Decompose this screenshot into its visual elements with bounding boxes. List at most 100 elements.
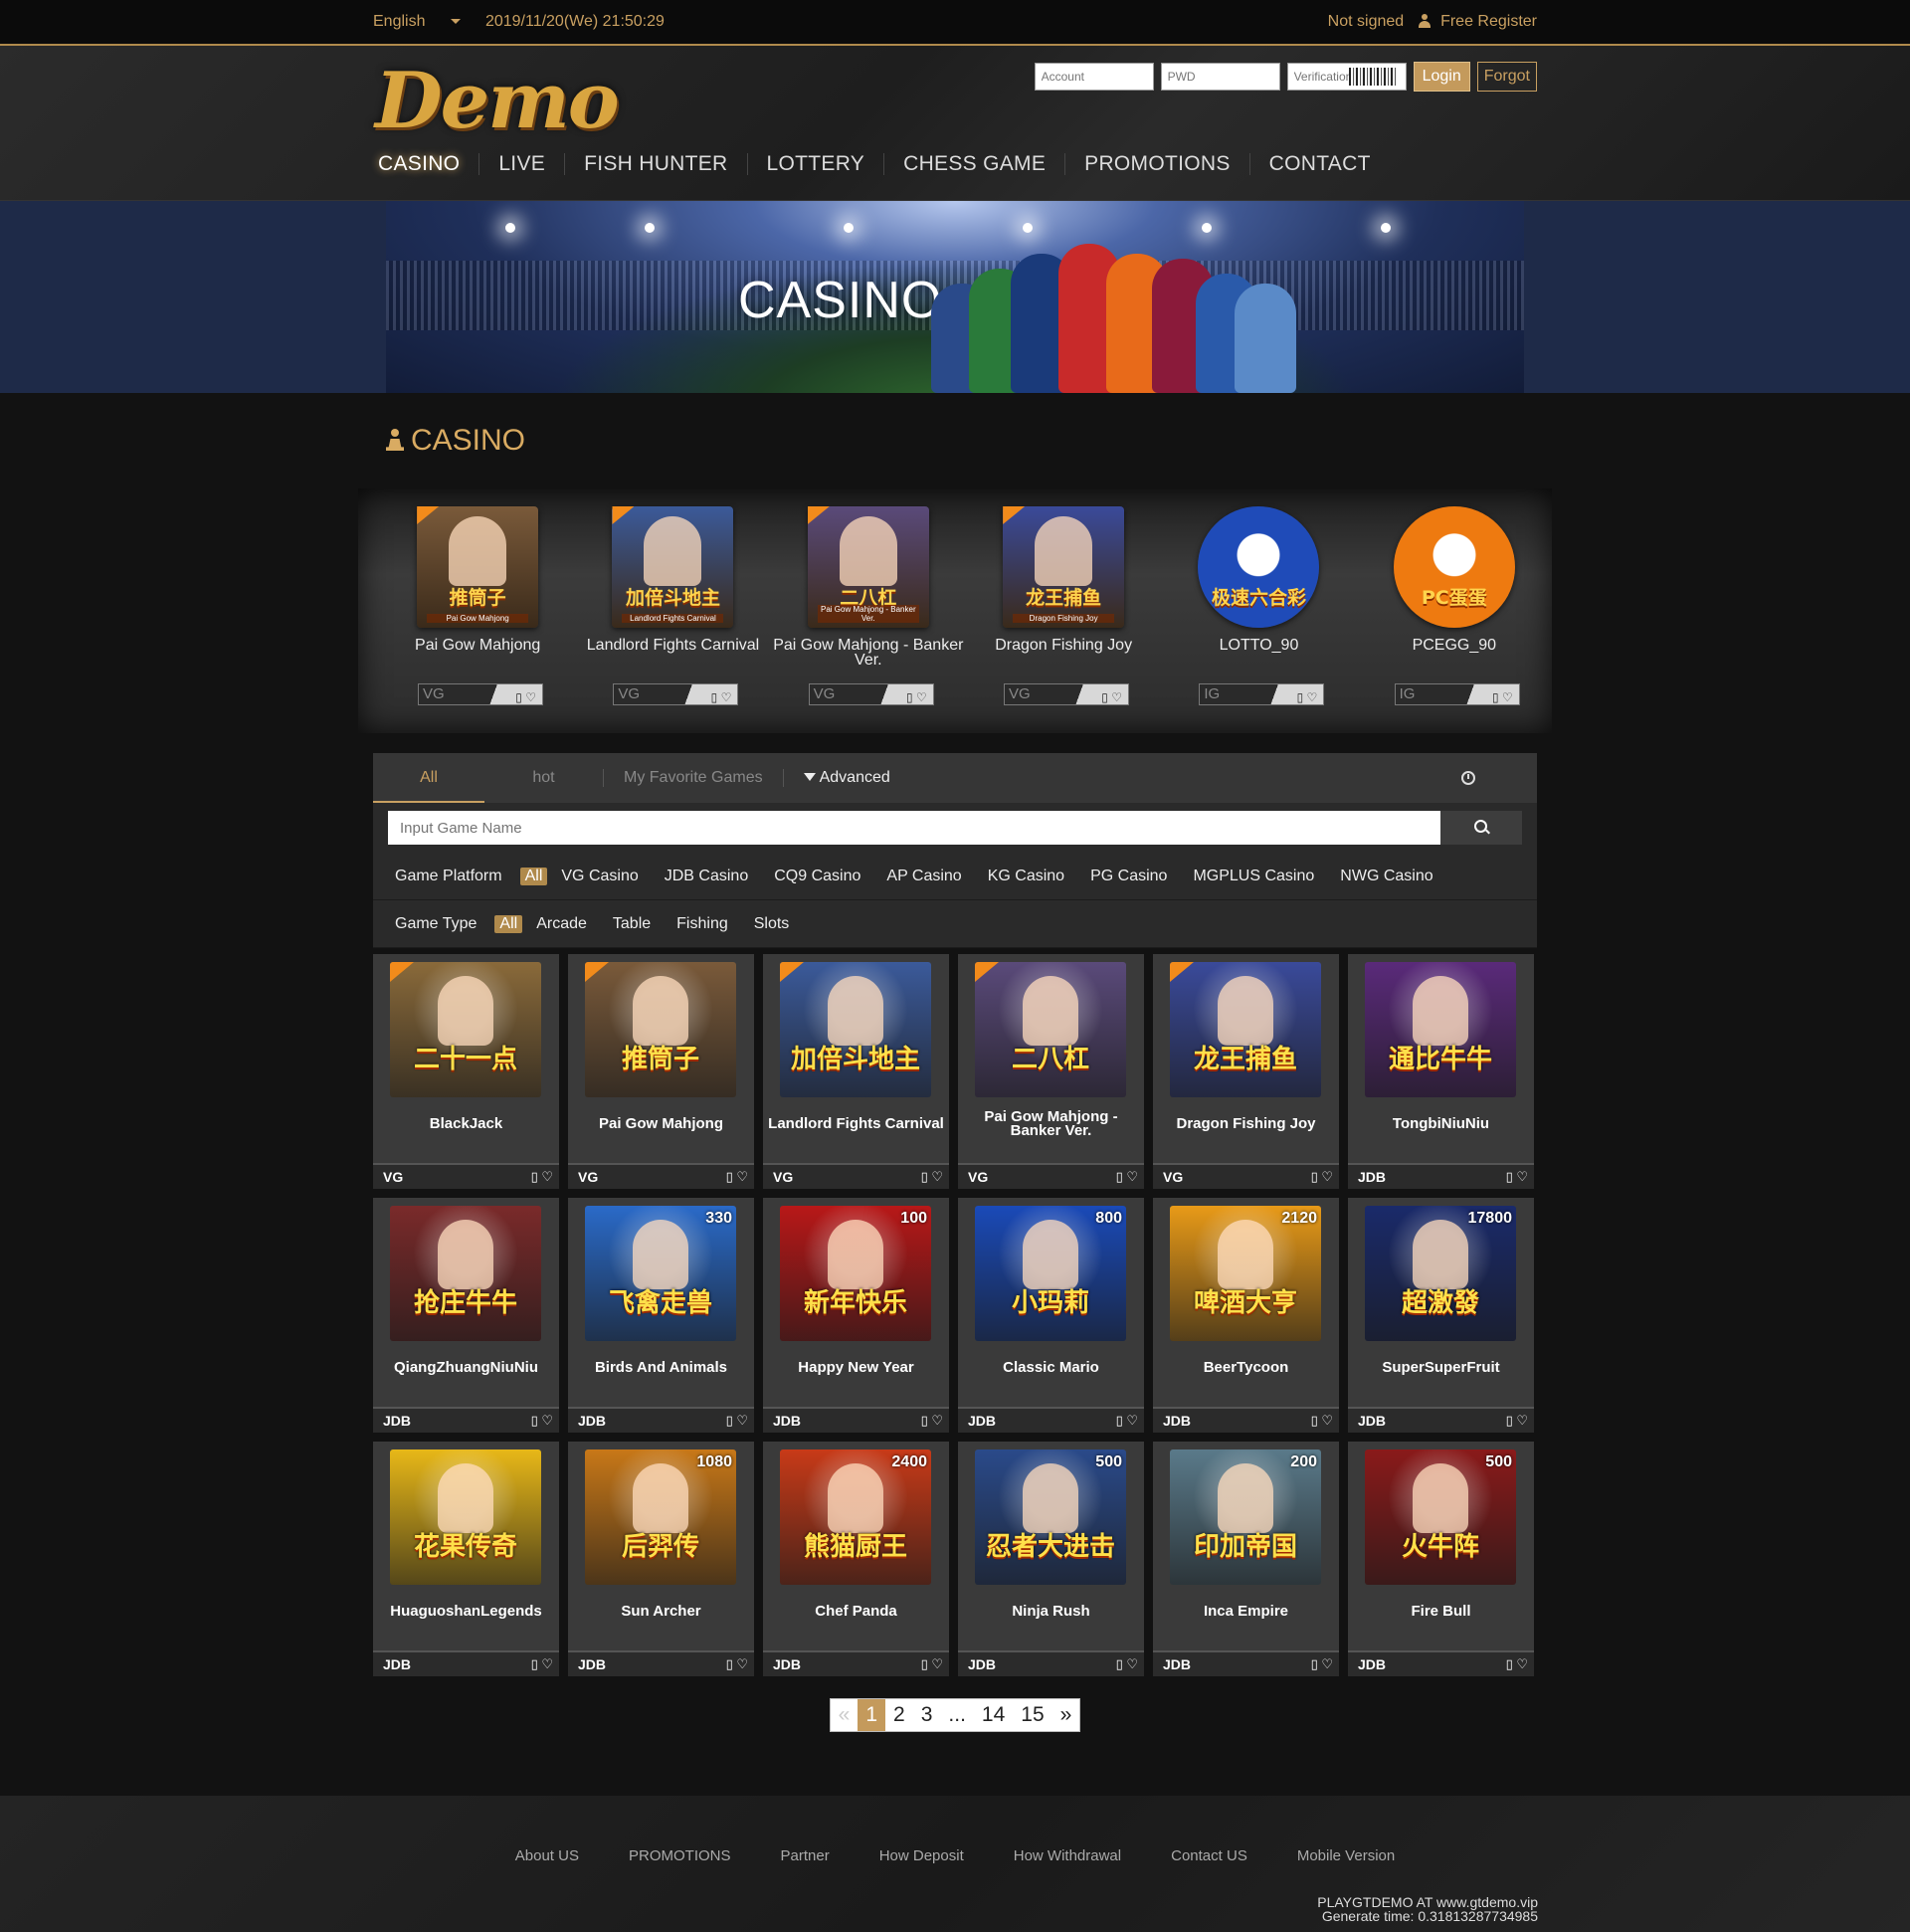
game-thumbnail[interactable]: 二十一点 [390,962,541,1097]
game-thumbnail[interactable]: 330 飞禽走兽 [585,1206,736,1341]
footer-link[interactable]: About US [515,1847,579,1864]
mobile-favorite-icons[interactable]: ▯ ♡ [531,1652,553,1676]
game-thumbnail[interactable]: 龙王捕鱼 [1170,962,1321,1097]
game-thumbnail[interactable]: 2120 啤酒大亨 [1170,1206,1321,1341]
mobile-favorite-icons[interactable]: ▯ ♡ [1116,1165,1138,1189]
footer-link[interactable]: PROMOTIONS [629,1847,731,1864]
page-link[interactable]: 1 [858,1699,886,1731]
footer-link[interactable]: Mobile Version [1297,1847,1395,1864]
featured-game[interactable]: 推筒子 Pai Gow Mahjong Pai Gow Mahjong VG ▯ ♡ [380,506,575,733]
platform-option[interactable]: PG Casino [1090,868,1167,885]
page-link[interactable]: 3 [913,1699,941,1731]
nav-casino[interactable]: CASINO [373,153,478,175]
game-thumbnail[interactable]: 龙王捕鱼 Dragon Fishing Joy [1003,506,1125,628]
mobile-favorite-icons[interactable]: ▯ ♡ [1311,1409,1333,1433]
game-thumbnail[interactable]: 17800 超激發 [1365,1206,1516,1341]
mobile-favorite-icons[interactable]: ▯ ♡ [1101,687,1122,707]
page-link[interactable]: ... [940,1699,974,1731]
game-card[interactable]: 龙王捕鱼 Dragon Fishing Joy VG ▯ ♡ [1153,954,1339,1189]
game-card[interactable]: 100 新年快乐 Happy New Year JDB ▯ ♡ [763,1198,949,1433]
gametype-option[interactable]: Fishing [676,915,728,933]
page-link[interactable]: » [1052,1699,1080,1731]
gametype-option[interactable]: Slots [754,915,790,933]
game-thumbnail[interactable]: 加倍斗地主 Landlord Fights Carnival [612,506,734,628]
footer-link[interactable]: Contact US [1171,1847,1247,1864]
game-card[interactable]: 2120 啤酒大亨 BeerTycoon JDB ▯ ♡ [1153,1198,1339,1433]
page-link[interactable]: 14 [974,1699,1013,1731]
page-link[interactable]: 15 [1013,1699,1051,1731]
search-icon[interactable] [1440,811,1522,845]
game-thumbnail[interactable]: 推筒子 [585,962,736,1097]
mobile-favorite-icons[interactable]: ▯ ♡ [921,1165,943,1189]
footer-link[interactable]: Partner [781,1847,830,1864]
mobile-favorite-icons[interactable]: ▯ ♡ [726,1409,748,1433]
game-card[interactable]: 1080 后羿传 Sun Archer JDB ▯ ♡ [568,1442,754,1676]
gametype-option[interactable]: Arcade [536,915,587,933]
search-input[interactable] [388,811,1440,845]
mobile-favorite-icons[interactable]: ▯ ♡ [711,687,732,707]
game-thumbnail[interactable]: 抢庄牛牛 [390,1206,541,1341]
game-card[interactable]: 500 火牛阵 Fire Bull JDB ▯ ♡ [1348,1442,1534,1676]
game-card[interactable]: 二八杠 Pai Gow Mahjong - Banker Ver. VG ▯ ♡ [958,954,1144,1189]
nav-lottery[interactable]: LOTTERY [746,153,884,175]
game-card[interactable]: 500 忍者大进击 Ninja Rush JDB ▯ ♡ [958,1442,1144,1676]
featured-game[interactable]: 龙王捕鱼 Dragon Fishing Joy Dragon Fishing Joy… [966,506,1161,733]
game-thumbnail[interactable]: 500 忍者大进击 [975,1449,1126,1585]
free-register-link[interactable]: Free Register [1440,13,1537,30]
featured-game[interactable]: 极速六合彩 LOTTO_90 IG ▯ ♡ [1161,506,1356,733]
platform-option[interactable]: AP Casino [886,868,961,885]
forgot-button[interactable]: Forgot [1476,62,1537,92]
tab-favorites[interactable]: My Favorite Games [604,769,784,787]
game-thumbnail[interactable]: PC蛋蛋 [1393,506,1515,628]
featured-game[interactable]: PC蛋蛋 PCEGG_90 IG ▯ ♡ [1357,506,1552,733]
game-card[interactable]: 花果传奇 HuaguoshanLegends JDB ▯ ♡ [373,1442,559,1676]
mobile-favorite-icons[interactable]: ▯ ♡ [1311,1652,1333,1676]
game-thumbnail[interactable]: 极速六合彩 [1198,506,1320,628]
mobile-favorite-icons[interactable]: ▯ ♡ [515,687,536,707]
mobile-favorite-icons[interactable]: ▯ ♡ [726,1652,748,1676]
platform-option[interactable]: VG Casino [561,868,638,885]
game-thumbnail[interactable]: 二八杠 Pai Gow Mahjong - Banker Ver. [807,506,929,628]
platform-option[interactable]: MGPLUS Casino [1193,868,1314,885]
game-card[interactable]: 抢庄牛牛 QiangZhuangNiuNiu JDB ▯ ♡ [373,1198,559,1433]
platform-option[interactable]: KG Casino [988,868,1064,885]
account-input[interactable] [1034,63,1154,91]
tab-advanced[interactable]: Advanced [784,769,910,787]
platform-option[interactable]: CQ9 Casino [774,868,860,885]
featured-game[interactable]: 二八杠 Pai Gow Mahjong - Banker Ver. Pai Gow … [771,506,966,733]
login-button[interactable]: Login [1413,62,1470,92]
game-thumbnail[interactable]: 100 新年快乐 [780,1206,931,1341]
game-thumbnail[interactable]: 花果传奇 [390,1449,541,1585]
gametype-option[interactable]: All [494,914,523,933]
nav-chess-game[interactable]: CHESS GAME [883,153,1064,175]
game-card[interactable]: 330 飞禽走兽 Birds And Animals JDB ▯ ♡ [568,1198,754,1433]
mobile-favorite-icons[interactable]: ▯ ♡ [906,687,927,707]
mobile-favorite-icons[interactable]: ▯ ♡ [531,1165,553,1189]
mobile-favorite-icons[interactable]: ▯ ♡ [1492,687,1513,707]
nav-fish-hunter[interactable]: FISH HUNTER [564,153,746,175]
game-thumbnail[interactable]: 200 印加帝国 [1170,1449,1321,1585]
game-card[interactable]: 2400 熊猫厨王 Chef Panda JDB ▯ ♡ [763,1442,949,1676]
game-card[interactable]: 二十一点 BlackJack VG ▯ ♡ [373,954,559,1189]
nav-contact[interactable]: CONTACT [1248,153,1390,175]
language-selector[interactable]: English [373,13,462,30]
mobile-favorite-icons[interactable]: ▯ ♡ [1506,1652,1528,1676]
game-thumbnail[interactable]: 800 小玛莉 [975,1206,1126,1341]
tab-all[interactable]: All [373,753,484,803]
platform-option[interactable]: All [519,867,548,885]
page-link[interactable]: « [831,1699,859,1731]
history-icon[interactable] [1461,771,1475,785]
platform-option[interactable]: NWG Casino [1340,868,1432,885]
mobile-favorite-icons[interactable]: ▯ ♡ [1506,1409,1528,1433]
nav-promotions[interactable]: PROMOTIONS [1064,153,1249,175]
game-thumbnail[interactable]: 2400 熊猫厨王 [780,1449,931,1585]
mobile-favorite-icons[interactable]: ▯ ♡ [726,1165,748,1189]
game-thumbnail[interactable]: 加倍斗地主 [780,962,931,1097]
game-card[interactable]: 800 小玛莉 Classic Mario JDB ▯ ♡ [958,1198,1144,1433]
nav-live[interactable]: LIVE [478,153,564,175]
password-input[interactable] [1160,63,1280,91]
captcha-image[interactable] [1348,68,1397,86]
mobile-favorite-icons[interactable]: ▯ ♡ [921,1409,943,1433]
game-thumbnail[interactable]: 二八杠 [975,962,1126,1097]
game-card[interactable]: 通比牛牛 TongbiNiuNiu JDB ▯ ♡ [1348,954,1534,1189]
